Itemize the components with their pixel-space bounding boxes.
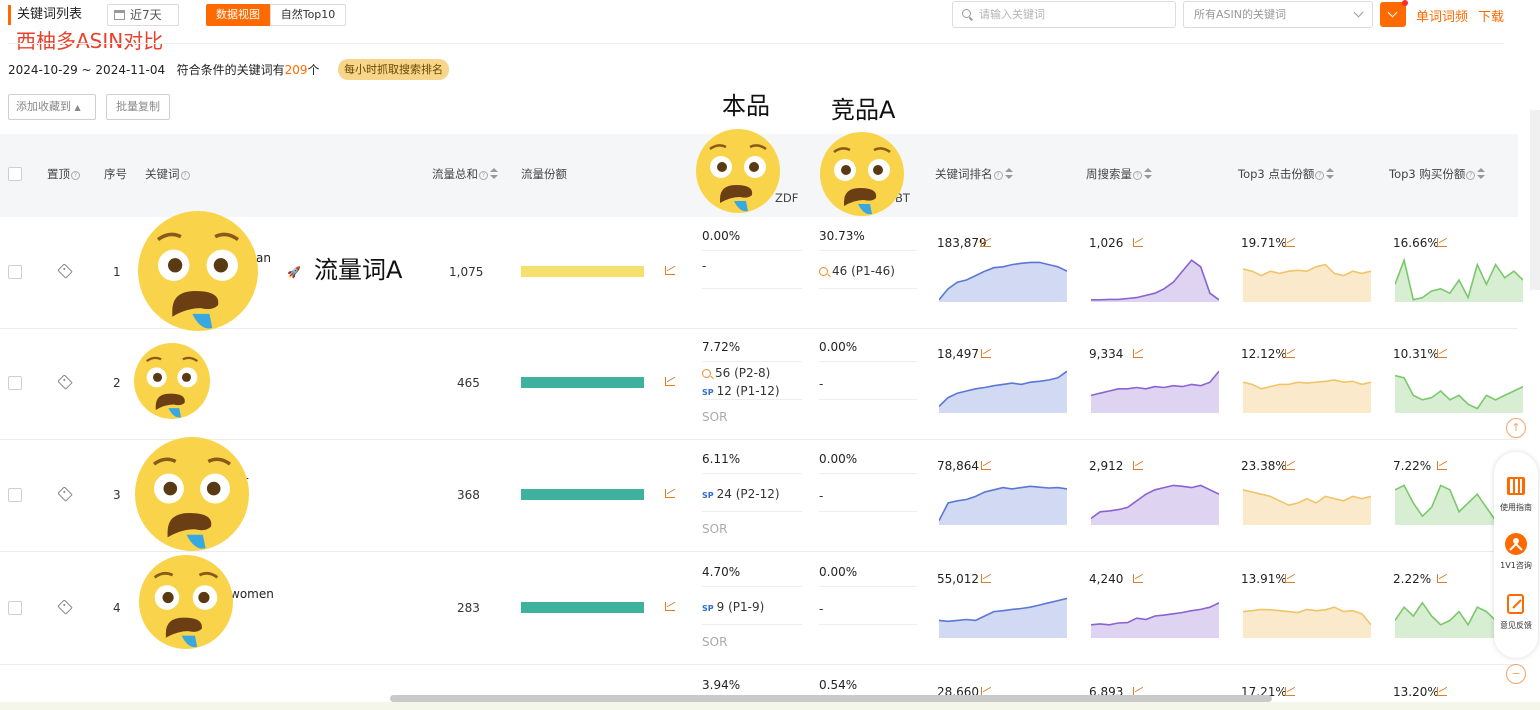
scared-face-sticker	[139, 555, 233, 649]
emoji-sticker-layer	[134, 129, 904, 649]
scared-face-sticker	[820, 132, 904, 216]
book-icon	[1507, 477, 1525, 495]
guide-button[interactable]: 使用指南	[1494, 474, 1538, 513]
collapse-icon[interactable]: −	[1506, 664, 1526, 684]
horizontal-scrollbar[interactable]	[390, 695, 1272, 702]
vertical-scrollbar[interactable]	[1530, 110, 1540, 290]
scared-face-sticker	[135, 437, 249, 551]
bottom-strip	[0, 702, 1540, 710]
consult-button[interactable]: 1V1咨询	[1494, 532, 1538, 571]
edit-doc-icon	[1507, 594, 1524, 614]
scared-face-sticker	[138, 211, 258, 331]
person-icon	[1505, 533, 1527, 555]
feedback-button[interactable]: 意见反馈	[1494, 592, 1538, 631]
scared-face-sticker	[696, 129, 780, 213]
scared-face-sticker	[134, 343, 210, 419]
feedback-label: 意见反馈	[1500, 621, 1532, 630]
consult-label: 1V1咨询	[1500, 561, 1532, 570]
side-toolbar: 使用指南 1V1咨询 意见反馈	[1494, 452, 1538, 658]
scroll-top-icon[interactable]: ↑	[1506, 418, 1526, 438]
guide-label: 使用指南	[1500, 503, 1532, 512]
